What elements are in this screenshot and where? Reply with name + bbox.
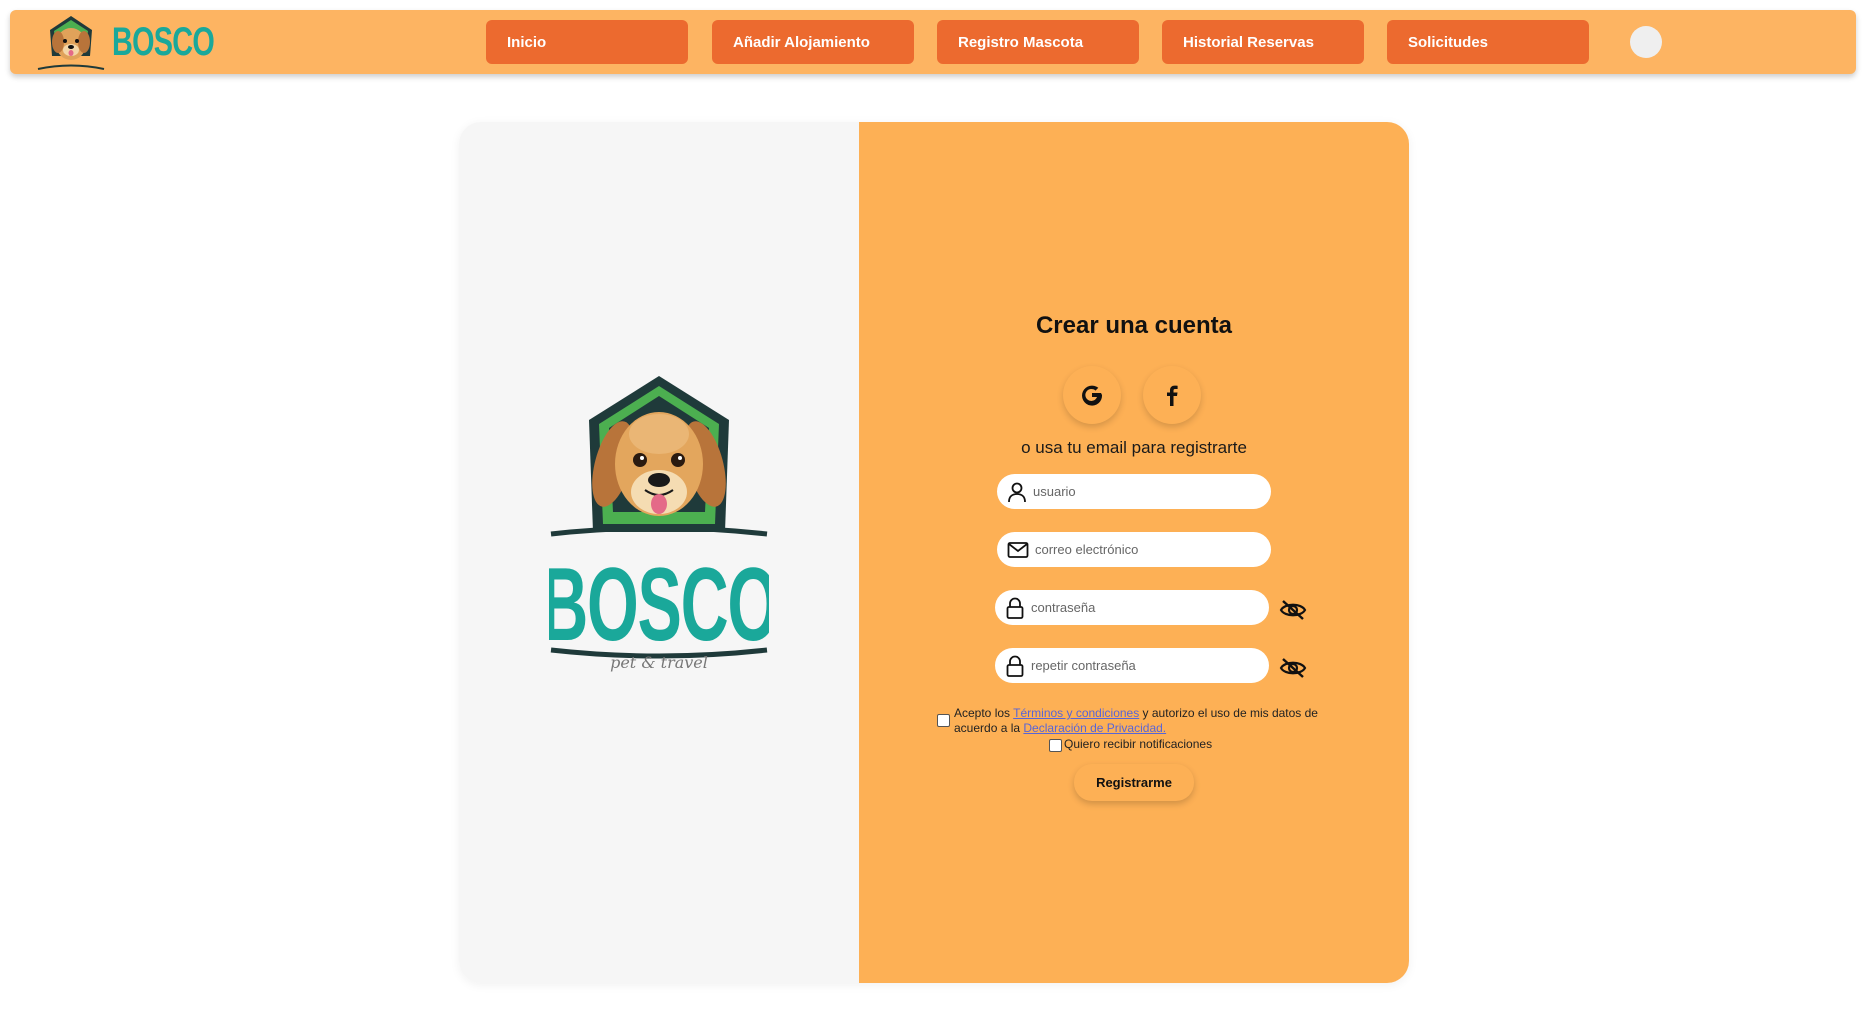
nav-inicio-button[interactable]: Inicio <box>486 20 688 64</box>
facebook-icon <box>1167 385 1178 406</box>
toggle-repeat-password-visibility-button[interactable] <box>1278 655 1308 681</box>
facebook-signin-button[interactable] <box>1143 366 1201 424</box>
mail-icon <box>1007 541 1029 558</box>
terms-link[interactable]: Términos y condiciones <box>1013 706 1139 720</box>
privacy-link[interactable]: Declaración de Privacidad. <box>1023 721 1166 735</box>
logo-tagline: pet & travel <box>610 653 708 672</box>
register-card: BOSCO pet & travel Crear una cuenta o us… <box>459 122 1409 983</box>
nav-add-lodging-button[interactable]: Añadir Alojamiento <box>712 20 914 64</box>
brand-logo[interactable]: BOSCO <box>34 12 254 72</box>
register-form-panel: Crear una cuenta o usa tu email para reg… <box>859 122 1409 983</box>
repeat-password-field-wrapper <box>995 648 1269 683</box>
notifications-checkbox[interactable] <box>1049 739 1062 752</box>
google-icon <box>1082 385 1103 406</box>
dog-logo-icon <box>37 16 105 70</box>
nav-booking-history-button[interactable]: Historial Reservas <box>1162 20 1364 64</box>
top-navbar: BOSCO Inicio Añadir Alojamiento Registro… <box>10 10 1856 74</box>
username-field-wrapper <box>997 474 1271 509</box>
repeat-password-input[interactable] <box>1031 658 1251 673</box>
bosco-dog-logo-icon: BOSCO pet & travel <box>549 376 769 672</box>
lock-icon <box>1006 655 1024 677</box>
nav-requests-button[interactable]: Solicitudes <box>1387 20 1589 64</box>
register-submit-button[interactable]: Registrarme <box>1074 764 1194 801</box>
toggle-password-visibility-button[interactable] <box>1278 597 1308 623</box>
terms-text: Acepto los Términos y condiciones y auto… <box>954 706 1354 736</box>
terms-checkbox[interactable] <box>937 714 950 727</box>
username-input[interactable] <box>1033 484 1253 499</box>
password-input[interactable] <box>1031 600 1251 615</box>
google-signin-button[interactable] <box>1063 366 1121 424</box>
lock-icon <box>1006 597 1024 619</box>
email-input[interactable] <box>1035 542 1255 557</box>
notifications-label: Quiero recibir notificaciones <box>1064 737 1213 751</box>
eye-slash-icon <box>1279 600 1307 620</box>
brand-name: BOSCO <box>112 19 215 64</box>
email-register-hint: o usa tu email para registrarte <box>1021 438 1247 457</box>
form-title: Crear una cuenta <box>1035 312 1233 339</box>
nav-pet-registration-button[interactable]: Registro Mascota <box>937 20 1139 64</box>
eye-slash-icon <box>1279 658 1307 678</box>
user-avatar[interactable] <box>1630 26 1662 58</box>
password-field-wrapper <box>995 590 1269 625</box>
logo-lettering: BOSCO <box>549 546 769 663</box>
terms-prefix: Acepto los <box>954 706 1014 720</box>
logo-panel: BOSCO pet & travel <box>459 122 859 983</box>
user-icon <box>1008 482 1026 502</box>
email-field-wrapper <box>997 532 1271 567</box>
